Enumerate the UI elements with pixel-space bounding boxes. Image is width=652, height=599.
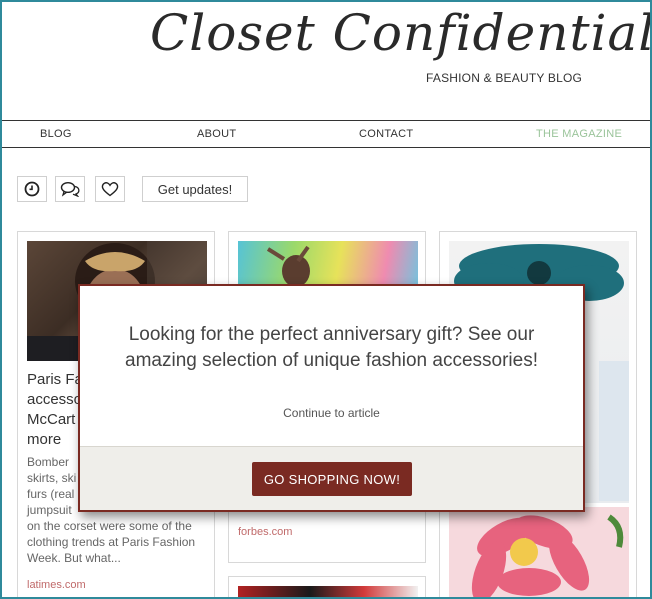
- heart-icon: [101, 182, 119, 197]
- modal-headline: Looking for the perfect anniversary gift…: [125, 324, 538, 371]
- recent-button[interactable]: [17, 176, 47, 202]
- article-title-line: more: [27, 431, 62, 448]
- nav-contact[interactable]: CONTACT: [359, 128, 413, 140]
- excerpt-line: clothing trends at Paris Fashion: [27, 535, 196, 549]
- article-title-line: accesso: [27, 391, 83, 408]
- continue-to-article-link[interactable]: Continue to article: [80, 406, 583, 420]
- comments-button[interactable]: [55, 176, 85, 202]
- article-title-line: McCart: [27, 411, 76, 428]
- excerpt-line: Week. But what...: [27, 551, 121, 565]
- modal-footer: GO SHOPPING NOW!: [80, 446, 583, 510]
- flower-photo: [471, 514, 624, 597]
- favorites-button[interactable]: [95, 176, 125, 202]
- article-title[interactable]: Paris Fa accesso McCart more: [27, 370, 83, 450]
- article-source-link[interactable]: latimes.com: [27, 579, 86, 591]
- nav-about[interactable]: ABOUT: [197, 128, 236, 140]
- promo-modal: Looking for the perfect anniversary gift…: [78, 284, 585, 512]
- go-shopping-button[interactable]: GO SHOPPING NOW!: [252, 462, 412, 496]
- article-image[interactable]: [449, 507, 629, 597]
- site-tagline: FASHION & BEAUTY BLOG: [426, 71, 583, 85]
- main-nav: BLOG ABOUT CONTACT THE MAGAZINE: [2, 120, 650, 148]
- article-card[interactable]: [228, 576, 426, 597]
- article-source-link[interactable]: forbes.com: [238, 526, 292, 538]
- site-logo[interactable]: Closet Confidential: [150, 4, 650, 62]
- clock-icon: [24, 181, 40, 197]
- article-image[interactable]: [238, 586, 418, 597]
- article-title-line: Paris Fa: [27, 371, 83, 388]
- get-updates-button[interactable]: Get updates!: [142, 176, 248, 202]
- nav-blog[interactable]: BLOG: [40, 128, 72, 140]
- excerpt-line: on the corset were some of the: [27, 519, 192, 533]
- page-frame: Closet Confidential FASHION & BEAUTY BLO…: [0, 0, 652, 599]
- comments-icon: [60, 181, 80, 197]
- nav-the-magazine[interactable]: THE MAGAZINE: [536, 128, 622, 140]
